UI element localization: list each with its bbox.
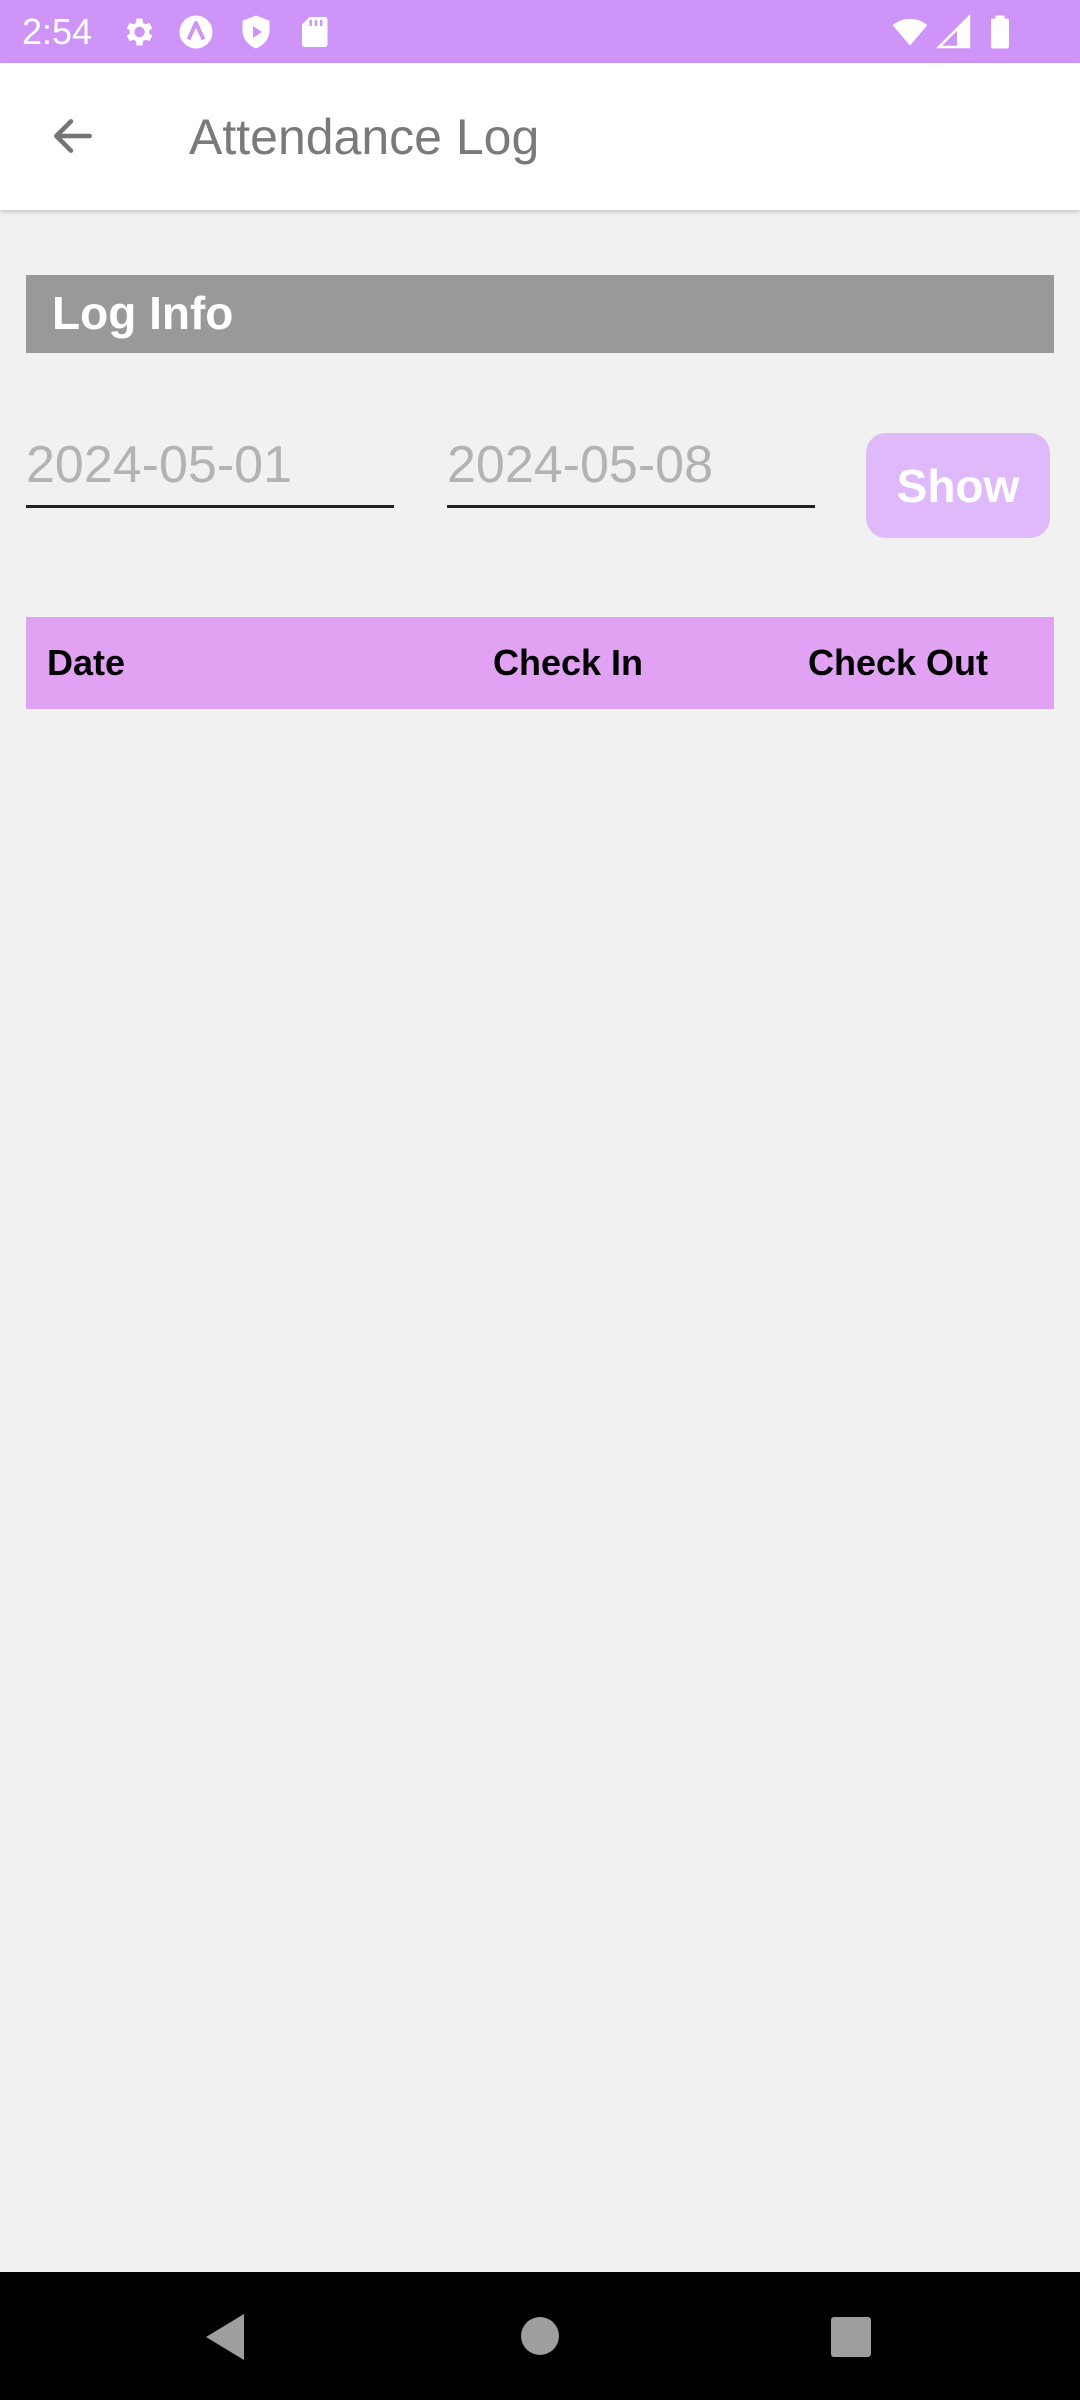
show-button[interactable]: Show [866, 433, 1050, 538]
navigation-bar [0, 2272, 1080, 2400]
arrow-left-icon [54, 119, 92, 153]
shield-play-icon [242, 15, 270, 49]
column-header-date: Date [47, 642, 126, 683]
column-header-check-out: Check Out [808, 642, 989, 683]
table-header: Date Check In Check Out [26, 617, 1054, 709]
status-bar: 2:54 [0, 0, 1080, 63]
column-header-check-in: Check In [493, 642, 644, 683]
signal-icon [936, 14, 971, 49]
back-button[interactable] [40, 103, 106, 169]
section-title: Log Info [52, 287, 234, 339]
end-date-value: 2024-05-08 [447, 436, 713, 494]
recents-square-icon[interactable] [830, 2316, 872, 2358]
a-circle-icon [179, 15, 213, 49]
table-body [26, 709, 1054, 2209]
battery-icon [991, 15, 1009, 49]
status-time: 2:54 [22, 11, 93, 52]
wifi-icon [892, 18, 928, 46]
section-header: Log Info [26, 275, 1054, 353]
home-circle-icon[interactable] [520, 2316, 560, 2356]
page-title: Attendance Log [189, 109, 540, 165]
app-bar: Attendance Log [0, 63, 1080, 210]
back-triangle-icon[interactable] [202, 2312, 248, 2362]
start-date-value: 2024-05-01 [26, 436, 292, 494]
end-date-field[interactable]: 2024-05-08 [447, 432, 815, 508]
start-date-field[interactable]: 2024-05-01 [26, 432, 394, 508]
gear-icon [126, 18, 153, 46]
sd-card-icon [302, 17, 328, 47]
